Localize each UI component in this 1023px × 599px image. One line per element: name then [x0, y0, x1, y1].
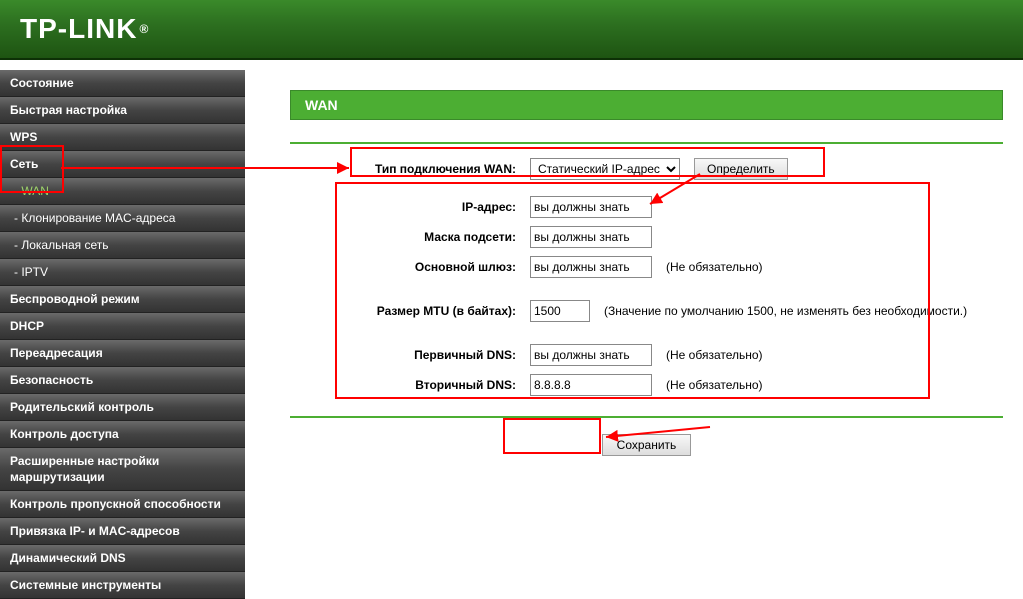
sidebar-item-2[interactable]: WPS	[0, 124, 245, 151]
row-save: Сохранить	[290, 434, 1003, 456]
sidebar-item-6[interactable]: - Локальная сеть	[0, 232, 245, 259]
ip-input[interactable]	[530, 196, 652, 218]
sidebar-item-3[interactable]: Сеть	[0, 151, 245, 178]
dns1-input[interactable]	[530, 344, 652, 366]
brand-logo: TP-LINK®	[20, 13, 149, 45]
sidebar-item-4[interactable]: - WAN	[0, 178, 245, 205]
dns2-note: (Не обязательно)	[666, 378, 763, 392]
sidebar-item-11[interactable]: Безопасность	[0, 367, 245, 394]
sidebar-item-15[interactable]: Контроль пропускной способности	[0, 491, 245, 518]
dns1-note: (Не обязательно)	[666, 348, 763, 362]
ip-label: IP-адрес:	[350, 200, 530, 214]
row-mask: Маска подсети:	[350, 226, 1003, 248]
sidebar-item-5[interactable]: - Клонирование MAC-адреса	[0, 205, 245, 232]
sidebar-item-9[interactable]: DHCP	[0, 313, 245, 340]
sidebar-item-1[interactable]: Быстрая настройка	[0, 97, 245, 124]
content-area: WAN Тип подключения WAN: Статический IP-…	[245, 60, 1023, 596]
app-header: TP-LINK®	[0, 0, 1023, 60]
wan-type-select[interactable]: Статический IP-адрес	[530, 158, 680, 180]
row-gw: Основной шлюз: (Не обязательно)	[350, 256, 1003, 278]
page-title: WAN	[290, 90, 1003, 120]
sidebar-item-12[interactable]: Родительский контроль	[0, 394, 245, 421]
sidebar-item-18[interactable]: Системные инструменты	[0, 572, 245, 599]
dns1-label: Первичный DNS:	[350, 348, 530, 362]
sidebar-item-14[interactable]: Расширенные настройки маршрутизации	[0, 448, 245, 491]
dns2-input[interactable]	[530, 374, 652, 396]
separator-bottom	[290, 416, 1003, 418]
gw-input[interactable]	[530, 256, 652, 278]
mtu-input[interactable]	[530, 300, 590, 322]
mask-label: Маска подсети:	[350, 230, 530, 244]
brand-text: TP-LINK	[20, 13, 137, 45]
mask-input[interactable]	[530, 226, 652, 248]
sidebar-item-8[interactable]: Беспроводной режим	[0, 286, 245, 313]
sidebar-item-13[interactable]: Контроль доступа	[0, 421, 245, 448]
gw-label: Основной шлюз:	[350, 260, 530, 274]
sidebar: СостояниеБыстрая настройкаWPSСеть- WAN- …	[0, 60, 245, 596]
row-ip: IP-адрес:	[350, 196, 1003, 218]
sidebar-item-0[interactable]: Состояние	[0, 70, 245, 97]
brand-registered: ®	[139, 22, 149, 36]
detect-button[interactable]: Определить	[694, 158, 788, 180]
sidebar-item-10[interactable]: Переадресация	[0, 340, 245, 367]
row-mtu: Размер MTU (в байтах): (Значение по умол…	[350, 300, 1003, 322]
row-dns2: Вторичный DNS: (Не обязательно)	[350, 374, 1003, 396]
row-dns1: Первичный DNS: (Не обязательно)	[350, 344, 1003, 366]
save-button[interactable]: Сохранить	[602, 434, 692, 456]
mtu-note: (Значение по умолчанию 1500, не изменять…	[604, 304, 967, 318]
row-wan-type: Тип подключения WAN: Статический IP-адре…	[350, 158, 1003, 180]
sidebar-item-16[interactable]: Привязка IP- и MAC-адресов	[0, 518, 245, 545]
sidebar-item-7[interactable]: - IPTV	[0, 259, 245, 286]
gw-note: (Не обязательно)	[666, 260, 763, 274]
page-title-text: WAN	[305, 97, 338, 113]
wan-type-label: Тип подключения WAN:	[350, 162, 530, 176]
separator-top	[290, 142, 1003, 144]
form: Тип подключения WAN: Статический IP-адре…	[290, 158, 1003, 396]
mtu-label: Размер MTU (в байтах):	[350, 304, 530, 318]
dns2-label: Вторичный DNS:	[350, 378, 530, 392]
sidebar-item-17[interactable]: Динамический DNS	[0, 545, 245, 572]
